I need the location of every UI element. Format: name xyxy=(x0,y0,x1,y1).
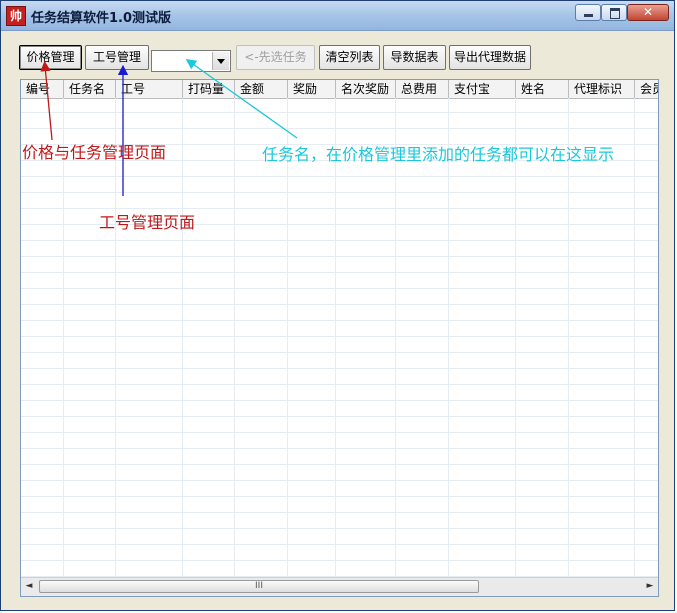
price-page-arrow xyxy=(40,60,53,141)
price-page-annotation: 价格与任务管理页面 xyxy=(22,143,167,162)
staff-page-annotation: 工号管理页面 xyxy=(99,213,196,232)
task-name-annotation: 任务名，在价格管理里添加的任务都可以在这显示 xyxy=(262,145,615,164)
annotation-arrows xyxy=(40,58,298,196)
task-name-arrow xyxy=(185,58,298,139)
